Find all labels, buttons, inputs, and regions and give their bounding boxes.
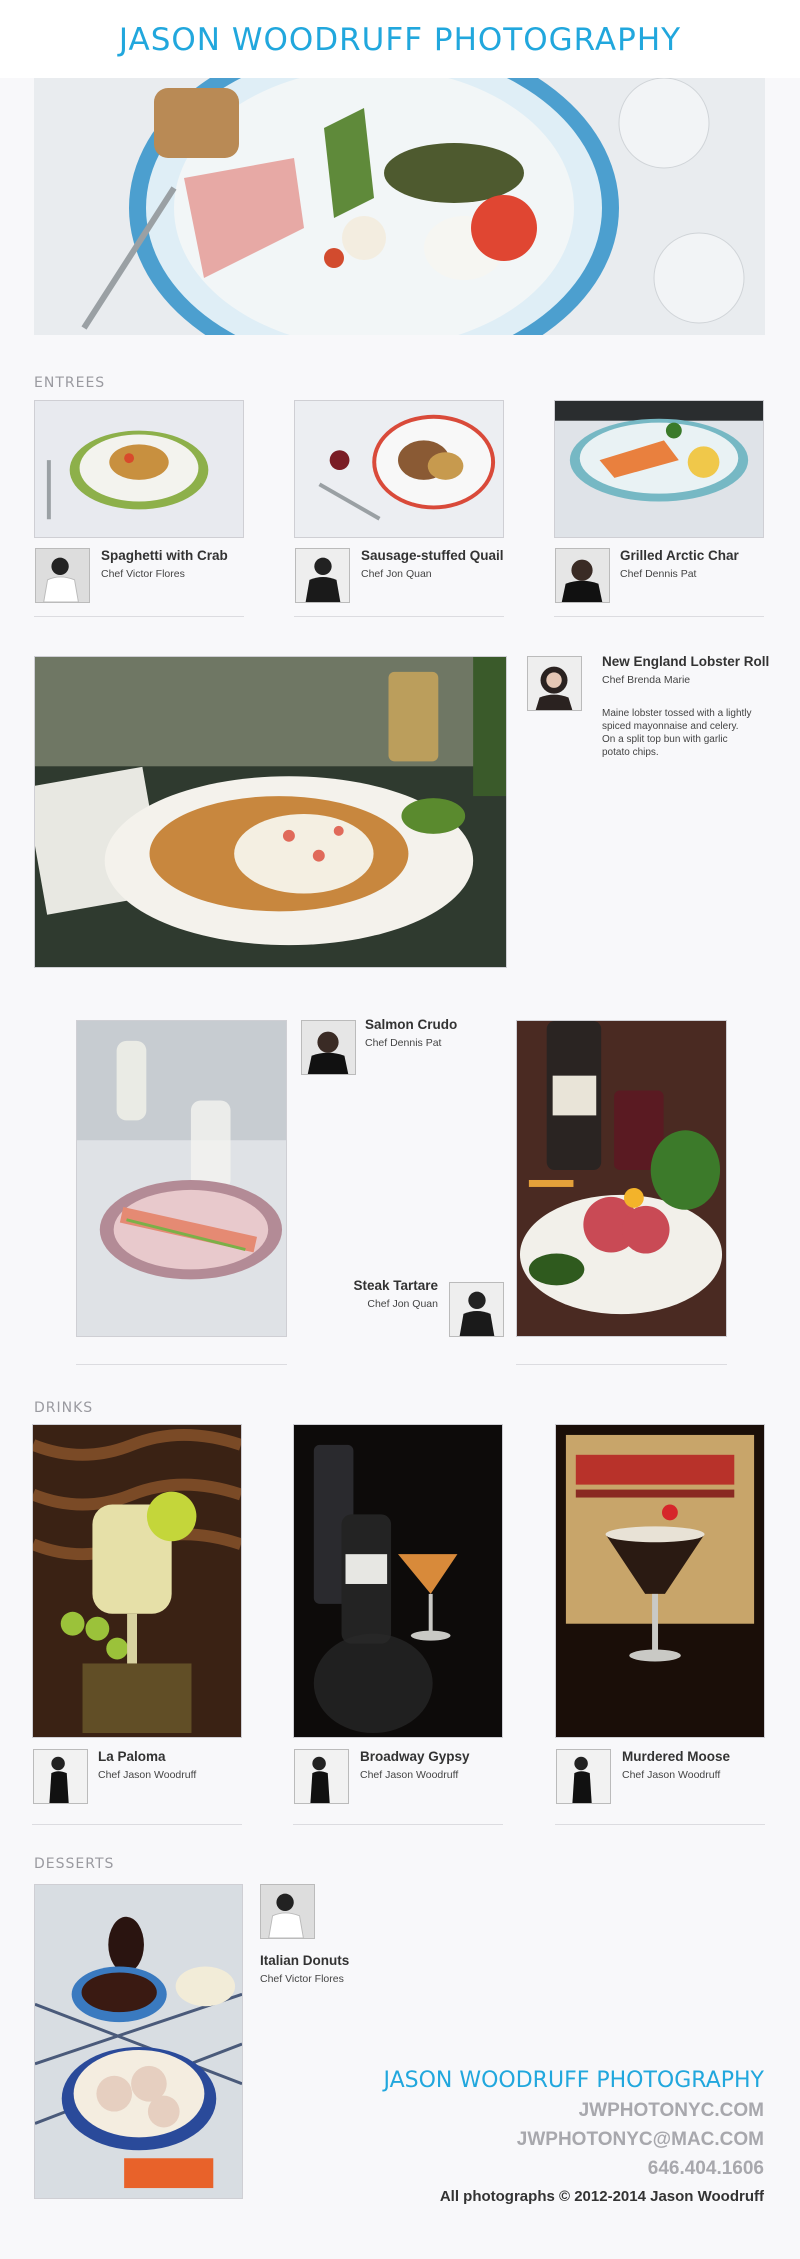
avatar-chef-jon-quan: [449, 1282, 504, 1337]
divider: [516, 1364, 727, 1365]
photo-spaghetti[interactable]: [34, 400, 244, 538]
chef-name-arctic-char: Chef Dennis Pat: [620, 568, 697, 580]
drink-name-la-paloma: La Paloma: [98, 1749, 166, 1764]
divider: [554, 616, 764, 617]
photo-italian-donuts[interactable]: [34, 1884, 243, 2199]
divider: [32, 1824, 242, 1825]
dessert-name-italian-donuts: Italian Donuts: [260, 1953, 350, 1968]
photo-arctic-char[interactable]: [554, 400, 764, 538]
chef-name-la-paloma: Chef Jason Woodruff: [98, 1769, 197, 1781]
divider: [293, 1824, 503, 1825]
dish-name-lobster-roll: New England Lobster Roll: [602, 654, 770, 669]
photo-quail[interactable]: [294, 400, 504, 538]
chef-name-steak-tartare: Chef Jon Quan: [367, 1298, 438, 1310]
divider: [76, 1364, 287, 1365]
avatar-chef-brenda-marie: [527, 656, 582, 711]
avatar-chef-jason-woodruff: [294, 1749, 349, 1804]
chef-name-salmon-crudo: Chef Dennis Pat: [365, 1037, 442, 1049]
chef-name-spaghetti: Chef Victor Flores: [101, 568, 185, 580]
photo-broadway-gypsy[interactable]: [293, 1424, 503, 1738]
photo-salmon-crudo[interactable]: [76, 1020, 287, 1337]
photo-lobster-roll[interactable]: [34, 656, 507, 968]
chef-name-italian-donuts: Chef Victor Flores: [260, 1973, 344, 1985]
avatar-chef-victor-flores: [260, 1884, 315, 1939]
section-label-desserts: DESSERTS: [34, 1856, 115, 1872]
section-label-entrees: ENTREES: [34, 375, 106, 391]
dish-name-spaghetti: Spaghetti with Crab: [101, 548, 228, 563]
chef-name-murdered-moose: Chef Jason Woodruff: [622, 1769, 721, 1781]
avatar-chef-dennis-pat: [555, 548, 610, 603]
dish-name-quail: Sausage-stuffed Quail: [361, 548, 504, 563]
footer-phone[interactable]: 646.404.1606: [648, 2158, 764, 2180]
site-title[interactable]: JASON WOODRUFF PHOTOGRAPHY: [0, 22, 800, 58]
avatar-chef-jason-woodruff: [556, 1749, 611, 1804]
avatar-chef-victor-flores: [35, 548, 90, 603]
dish-name-arctic-char: Grilled Arctic Char: [620, 548, 739, 563]
avatar-chef-jason-woodruff: [33, 1749, 88, 1804]
avatar-chef-jon-quan: [295, 548, 350, 603]
photo-murdered-moose[interactable]: [555, 1424, 765, 1738]
photo-steak-tartare[interactable]: [516, 1020, 727, 1337]
dish-name-steak-tartare: Steak Tartare: [353, 1278, 438, 1293]
dish-name-salmon-crudo: Salmon Crudo: [365, 1017, 458, 1032]
section-label-drinks: DRINKS: [34, 1400, 94, 1416]
divider: [555, 1824, 765, 1825]
drink-name-broadway-gypsy: Broadway Gypsy: [360, 1749, 470, 1764]
footer-title[interactable]: JASON WOODRUFF PHOTOGRAPHY: [383, 2068, 764, 2093]
dish-description-lobster-roll: Maine lobster tossed with a lightly spic…: [602, 708, 752, 758]
divider: [294, 616, 504, 617]
photo-la-paloma[interactable]: [32, 1424, 242, 1738]
chef-name-lobster-roll: Chef Brenda Marie: [602, 674, 691, 686]
avatar-chef-dennis-pat: [301, 1020, 356, 1075]
hero-photo-antipasto[interactable]: [34, 78, 765, 335]
footer-copyright: All photographs © 2012-2014 Jason Woodru…: [439, 2188, 764, 2205]
footer-email-link[interactable]: JWPHOTONYC@MAC.COM: [517, 2129, 764, 2151]
divider: [34, 616, 244, 617]
footer-website-link[interactable]: JWPHOTONYC.COM: [579, 2100, 764, 2122]
chef-name-quail: Chef Jon Quan: [361, 568, 432, 580]
site-header: JASON WOODRUFF PHOTOGRAPHY: [0, 0, 800, 78]
chef-name-broadway-gypsy: Chef Jason Woodruff: [360, 1769, 459, 1781]
drink-name-murdered-moose: Murdered Moose: [622, 1749, 731, 1764]
